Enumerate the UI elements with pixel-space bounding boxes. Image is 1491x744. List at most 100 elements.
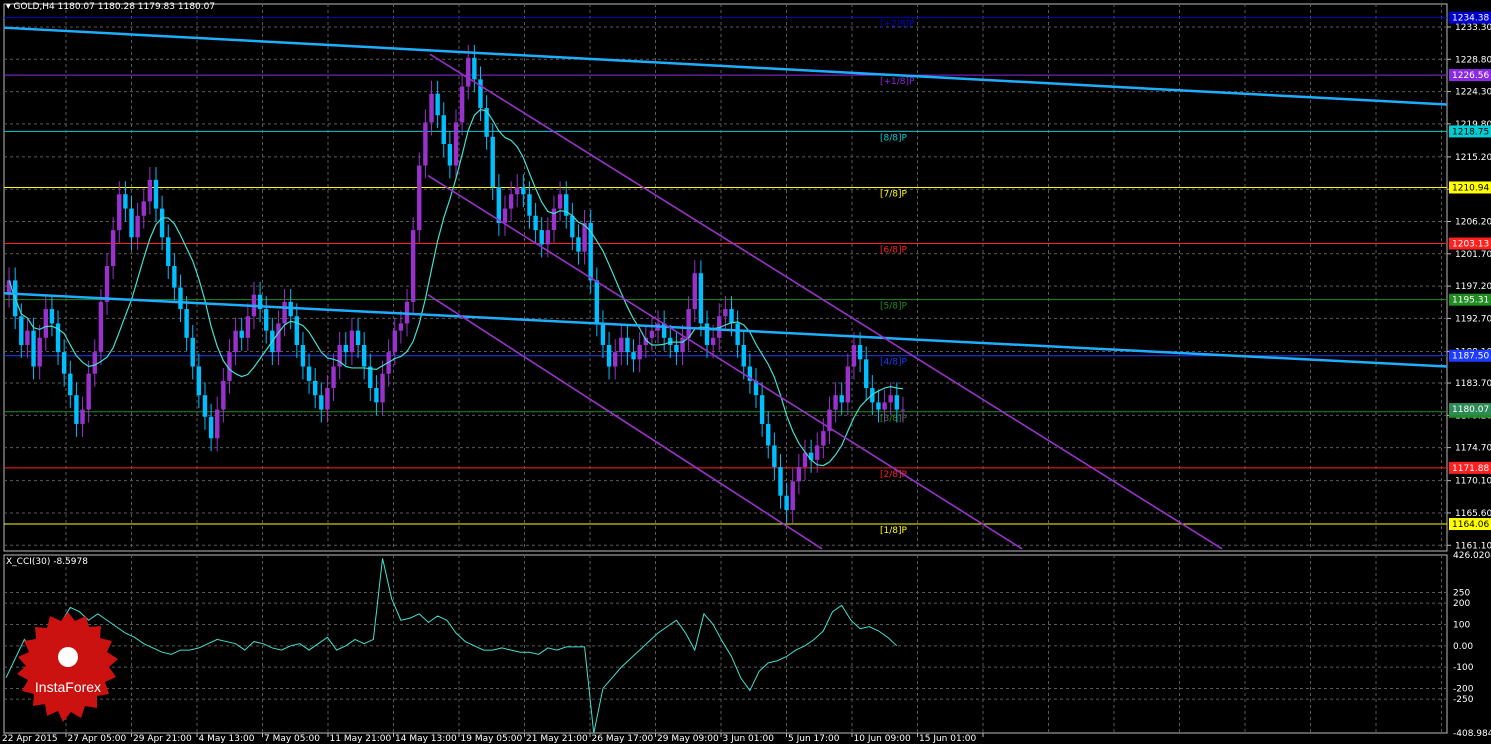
- ohlc-values: 1180.07 1180.28 1179.83 1180.07: [57, 2, 216, 12]
- time-axis-label: 4 May 13:00: [199, 734, 255, 744]
- channel-upper-line: [429, 53, 1223, 550]
- candle-bull: [790, 481, 795, 511]
- time-axis-label: 10 Jun 09:00: [854, 734, 911, 744]
- candle-bear: [319, 395, 324, 410]
- candle-bear: [778, 467, 783, 496]
- murrey-level-label: [4/8]P: [880, 358, 908, 368]
- candle-bear: [68, 373, 73, 396]
- candle-bear: [570, 215, 575, 238]
- candle-bull: [900, 409, 906, 411]
- candle-bear: [490, 136, 495, 188]
- murrey-level-label: [7/8]P: [880, 189, 908, 199]
- cci-tick-label: 200: [1453, 599, 1470, 609]
- time-axis-label: 29 Apr 21:00: [133, 734, 192, 744]
- candle-bear: [668, 337, 673, 345]
- candle-bear: [759, 395, 765, 424]
- candle-bear: [539, 230, 544, 245]
- candle-bear: [153, 179, 159, 209]
- cci-tick-label: 100: [1453, 620, 1470, 630]
- candle-bull: [888, 395, 893, 403]
- candle-bull: [104, 266, 110, 302]
- candle-bear: [766, 423, 771, 446]
- candle-bear: [600, 323, 606, 345]
- candle-bull: [845, 366, 851, 403]
- candle-bear: [729, 309, 734, 324]
- price-tick-label: 1233.30: [1455, 23, 1491, 33]
- candle-bull: [410, 230, 416, 302]
- candle-bear: [172, 266, 177, 288]
- candle-bull: [221, 380, 226, 410]
- candle-bull: [349, 330, 355, 353]
- candle-bull: [37, 337, 42, 367]
- cci-tick-label: -100: [1453, 663, 1474, 673]
- candle-bull: [551, 208, 557, 231]
- murrey-price-tag-text: 1195.31: [1452, 296, 1489, 306]
- candle-bull: [98, 301, 104, 353]
- candle-bear: [533, 215, 538, 231]
- cci-tick-label: 426.0204: [1453, 551, 1491, 561]
- time-axis-label: 21 May 21:00: [526, 734, 588, 744]
- candle-bull: [508, 194, 514, 209]
- candle-bear: [606, 344, 612, 367]
- dropdown-triangle-icon[interactable]: ▾: [6, 2, 11, 12]
- time-axis-label: 19 May 05:00: [461, 734, 523, 744]
- candle-bear: [472, 57, 477, 80]
- candle-bull: [110, 230, 116, 267]
- candle-bear: [202, 395, 208, 417]
- price-chart[interactable]: 1233.301228.801224.301219.801215.201210.…: [0, 0, 1491, 744]
- candle-bull: [686, 309, 691, 338]
- candle-bear: [355, 330, 361, 345]
- murrey-price-tag-text: 1210.94: [1452, 183, 1489, 193]
- candle-bear: [300, 344, 306, 367]
- candle-bear: [784, 495, 789, 511]
- candle-bear: [527, 194, 532, 216]
- candle-bear: [294, 316, 300, 345]
- candle-bear: [441, 115, 446, 144]
- candle-bear: [876, 402, 881, 410]
- time-axis-label: 14 May 13:00: [395, 734, 457, 744]
- cci-tick-label: 250: [1453, 589, 1470, 599]
- candle-bull: [86, 373, 91, 410]
- candle-bull: [325, 388, 330, 410]
- candle-bear: [74, 395, 79, 424]
- murrey-price-tag-text: 1234.38: [1452, 14, 1489, 24]
- candle-bull: [882, 402, 887, 410]
- candle-bull: [276, 323, 281, 353]
- candle-bull: [515, 187, 520, 195]
- candle-bull: [833, 395, 838, 410]
- candle-bear: [208, 416, 214, 439]
- time-axis-label: 22 Apr 2015: [2, 734, 58, 744]
- candle-bull: [398, 323, 404, 331]
- candle-bear: [123, 194, 128, 209]
- price-tick-label: 1183.70: [1455, 379, 1491, 389]
- candle-bear: [178, 287, 183, 310]
- murrey-price-tag-text: 1187.50: [1452, 352, 1489, 362]
- candle-bear: [129, 208, 134, 238]
- price-tick-label: 1201.70: [1455, 250, 1491, 260]
- candle-bear: [166, 237, 171, 267]
- cci-tick-label: -200: [1453, 684, 1474, 694]
- price-tick-label: 1165.60: [1455, 509, 1491, 519]
- candle-bull: [331, 366, 336, 389]
- price-tick-label: 1215.20: [1455, 153, 1491, 163]
- symbol-label: GOLD,H4: [13, 2, 55, 12]
- upper-trendline: [3, 26, 1448, 106]
- price-tick-label: 1228.80: [1455, 55, 1491, 65]
- candle-bull: [43, 309, 48, 338]
- candle-bear: [594, 280, 600, 324]
- candle-bull: [459, 86, 465, 123]
- candle-bull: [723, 309, 728, 317]
- candle-bull: [815, 445, 820, 460]
- candle-bear: [839, 395, 844, 403]
- candle-bear: [741, 344, 746, 367]
- candle-bear: [435, 93, 440, 116]
- murrey-price-tag-text: 1203.13: [1452, 240, 1489, 250]
- candle-bear: [361, 344, 367, 367]
- cci-panel-frame: [3, 554, 1448, 734]
- murrey-level-label: [1/8]P: [880, 526, 908, 536]
- candle-bull: [453, 122, 459, 166]
- candle-bear: [374, 388, 379, 403]
- candle-bull: [429, 93, 434, 123]
- candle-bear: [190, 337, 195, 367]
- candle-bull: [796, 467, 802, 482]
